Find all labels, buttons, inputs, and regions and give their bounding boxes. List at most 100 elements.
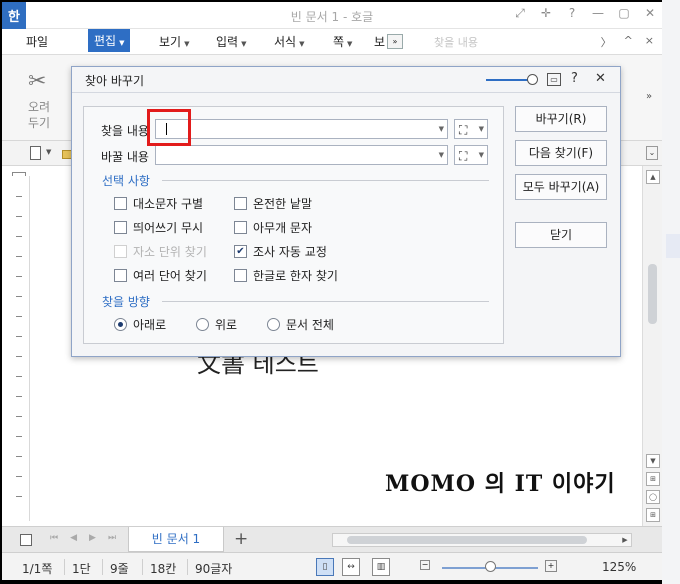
find-next-button[interactable]: 다음 찾기(F) [515,140,607,166]
option-match-case[interactable]: 대소문자 구별 [114,195,203,212]
scroll-down-icon[interactable]: ▼ [646,454,660,468]
chevron-right-icon[interactable]: 〉 [601,34,612,50]
more-menus-button[interactable]: » [387,34,403,49]
menu-page[interactable]: 쪽 ▼ [333,33,352,50]
menu-label: 보기 [159,35,182,49]
chevron-up-icon[interactable]: ^ [624,34,633,50]
opacity-slider[interactable] [486,79,530,81]
close-icon[interactable]: ✕ [595,71,606,86]
checkbox[interactable] [234,269,247,282]
binoculars-icon: ⛶ [459,123,468,137]
zoom-in-icon[interactable]: + [545,560,557,572]
option-label: 아무개 문자 [253,221,313,235]
menu-insert[interactable]: 입력 ▼ [216,33,246,50]
checkbox[interactable] [234,197,247,210]
opacity-slider-handle[interactable] [527,74,538,85]
direction-up[interactable]: 위로 [196,316,237,333]
page-prev-icon[interactable]: ⊞ [646,472,660,486]
last-tab-icon[interactable]: ⏭ [108,533,116,543]
dialog-layout-icon[interactable]: ▭ [547,73,561,86]
replace-all-button[interactable]: 모두 바꾸기(A) [515,174,607,200]
radio-label: 위로 [215,318,238,332]
zoom-slider-handle[interactable] [485,561,496,572]
tab-document[interactable]: 빈 문서 1 [128,527,224,552]
radio[interactable] [196,318,209,331]
zoom-out-icon[interactable]: − [420,560,430,570]
page-view-icon[interactable]: ▯ [316,558,334,576]
new-document-icon[interactable] [30,146,41,160]
option-wildcard[interactable]: 아무개 문자 [234,219,312,236]
divider [162,301,489,302]
chevron-down-icon[interactable]: ▼ [439,151,444,159]
replace-options-button[interactable]: ⛶ ▼ [454,145,488,165]
close-doc-icon[interactable]: × [645,34,654,50]
direction-whole-document[interactable]: 문서 전체 [267,316,334,333]
menu-label: 편집 [94,34,117,48]
chevron-down-icon[interactable]: ▼ [439,125,444,133]
option-particle-correction[interactable]: ✔ 조사 자동 교정 [234,243,327,260]
scroll-right-icon[interactable]: ▶ [619,534,631,546]
checkbox[interactable] [114,197,127,210]
fit-width-icon[interactable]: ↔ [342,558,360,576]
ruler-tick [16,236,22,237]
page-select-icon[interactable]: ◯ [646,490,660,504]
close-button[interactable]: 닫기 [515,222,607,248]
ruler-tick [16,356,22,357]
multi-page-icon[interactable]: ▥ [372,558,390,576]
menu-search-input[interactable]: 찾을 내용 [422,32,572,50]
option-label: 자소 단위 찾기 [133,245,207,259]
menu-security[interactable]: 보 [374,33,385,50]
options-section-title: 선택 사항 [102,174,150,188]
menu-file[interactable]: 파일 [26,33,48,50]
toolbar-expand-icon[interactable]: ⌄ [646,146,658,160]
close-icon[interactable]: ✕ [642,6,658,21]
horizontal-scrollbar[interactable]: ▶ [332,533,632,547]
first-tab-icon[interactable]: ⏮ [50,533,58,543]
option-hanja-search[interactable]: 한글로 한자 찾기 [234,267,338,284]
help-icon[interactable]: ? [571,71,578,86]
replace-input[interactable]: ▼ [155,145,448,165]
checkbox[interactable] [114,269,127,282]
ribbon-scroll-icon[interactable]: » [646,91,652,102]
help-icon[interactable]: ? [564,6,580,21]
option-whole-word[interactable]: 온전한 낱말 [234,195,312,212]
radio-selected[interactable] [114,318,127,331]
scroll-thumb[interactable] [347,536,587,544]
option-ignore-spacing[interactable]: 띄어쓰기 무시 [114,219,203,236]
page-icon[interactable] [20,534,32,546]
find-options-button[interactable]: ⛶ ▼ [454,119,488,139]
next-tab-icon[interactable]: ▶ [89,533,96,543]
expand-icon[interactable]: ✛ [538,6,554,21]
find-input[interactable]: ▼ [155,119,448,139]
maximize-icon[interactable]: ▢ [616,6,632,21]
menu-view[interactable]: 보기 ▼ [159,33,189,50]
scroll-thumb[interactable] [648,264,657,324]
radio[interactable] [267,318,280,331]
add-tab-button[interactable]: + [234,529,248,549]
status-bar: 1/1쪽 1단 9줄 18칸 90글자 ▯ ↔ ▥ − + 125% [2,552,662,580]
checkbox[interactable] [234,221,247,234]
menu-label: 파일 [26,35,49,49]
zoom-level[interactable]: 125% [602,560,636,574]
scroll-up-icon[interactable]: ▲ [646,170,660,184]
checkbox[interactable] [114,221,127,234]
scissors-icon[interactable]: ✂ [28,69,46,94]
fullscreen-icon[interactable]: ⤢ [512,6,528,21]
minimize-icon[interactable]: — [590,6,606,21]
page-next-icon[interactable]: ⊞ [646,508,660,522]
chevron-down-icon[interactable]: ▼ [46,148,51,156]
option-multi-word[interactable]: 여러 단어 찾기 [114,267,207,284]
direction-down[interactable]: 아래로 [114,316,166,333]
status-page[interactable]: 1/1쪽 [22,560,52,577]
cut-label[interactable]: 오려 두기 [28,99,58,131]
watermark-text: MOMO 의 IT 이야기 [385,471,616,497]
checkbox-checked[interactable]: ✔ [234,245,247,258]
menu-edit[interactable]: 편집 ▼ [88,29,131,52]
vertical-scrollbar[interactable]: ▲ ▼ ⊞ ◯ ⊞ [642,166,662,526]
ruler-tick [16,296,22,297]
menu-format[interactable]: 서식 ▼ [274,33,304,50]
prev-tab-icon[interactable]: ◀ [70,533,77,543]
replace-button[interactable]: 바꾸기(R) [515,106,607,132]
option-label: 조사 자동 교정 [253,245,327,259]
menu-bar: 파일 편집 ▼ 보기 ▼ 입력 ▼ 서식 ▼ 쪽 ▼ 보 » 찾을 내용 〉 ^ × [2,29,662,55]
